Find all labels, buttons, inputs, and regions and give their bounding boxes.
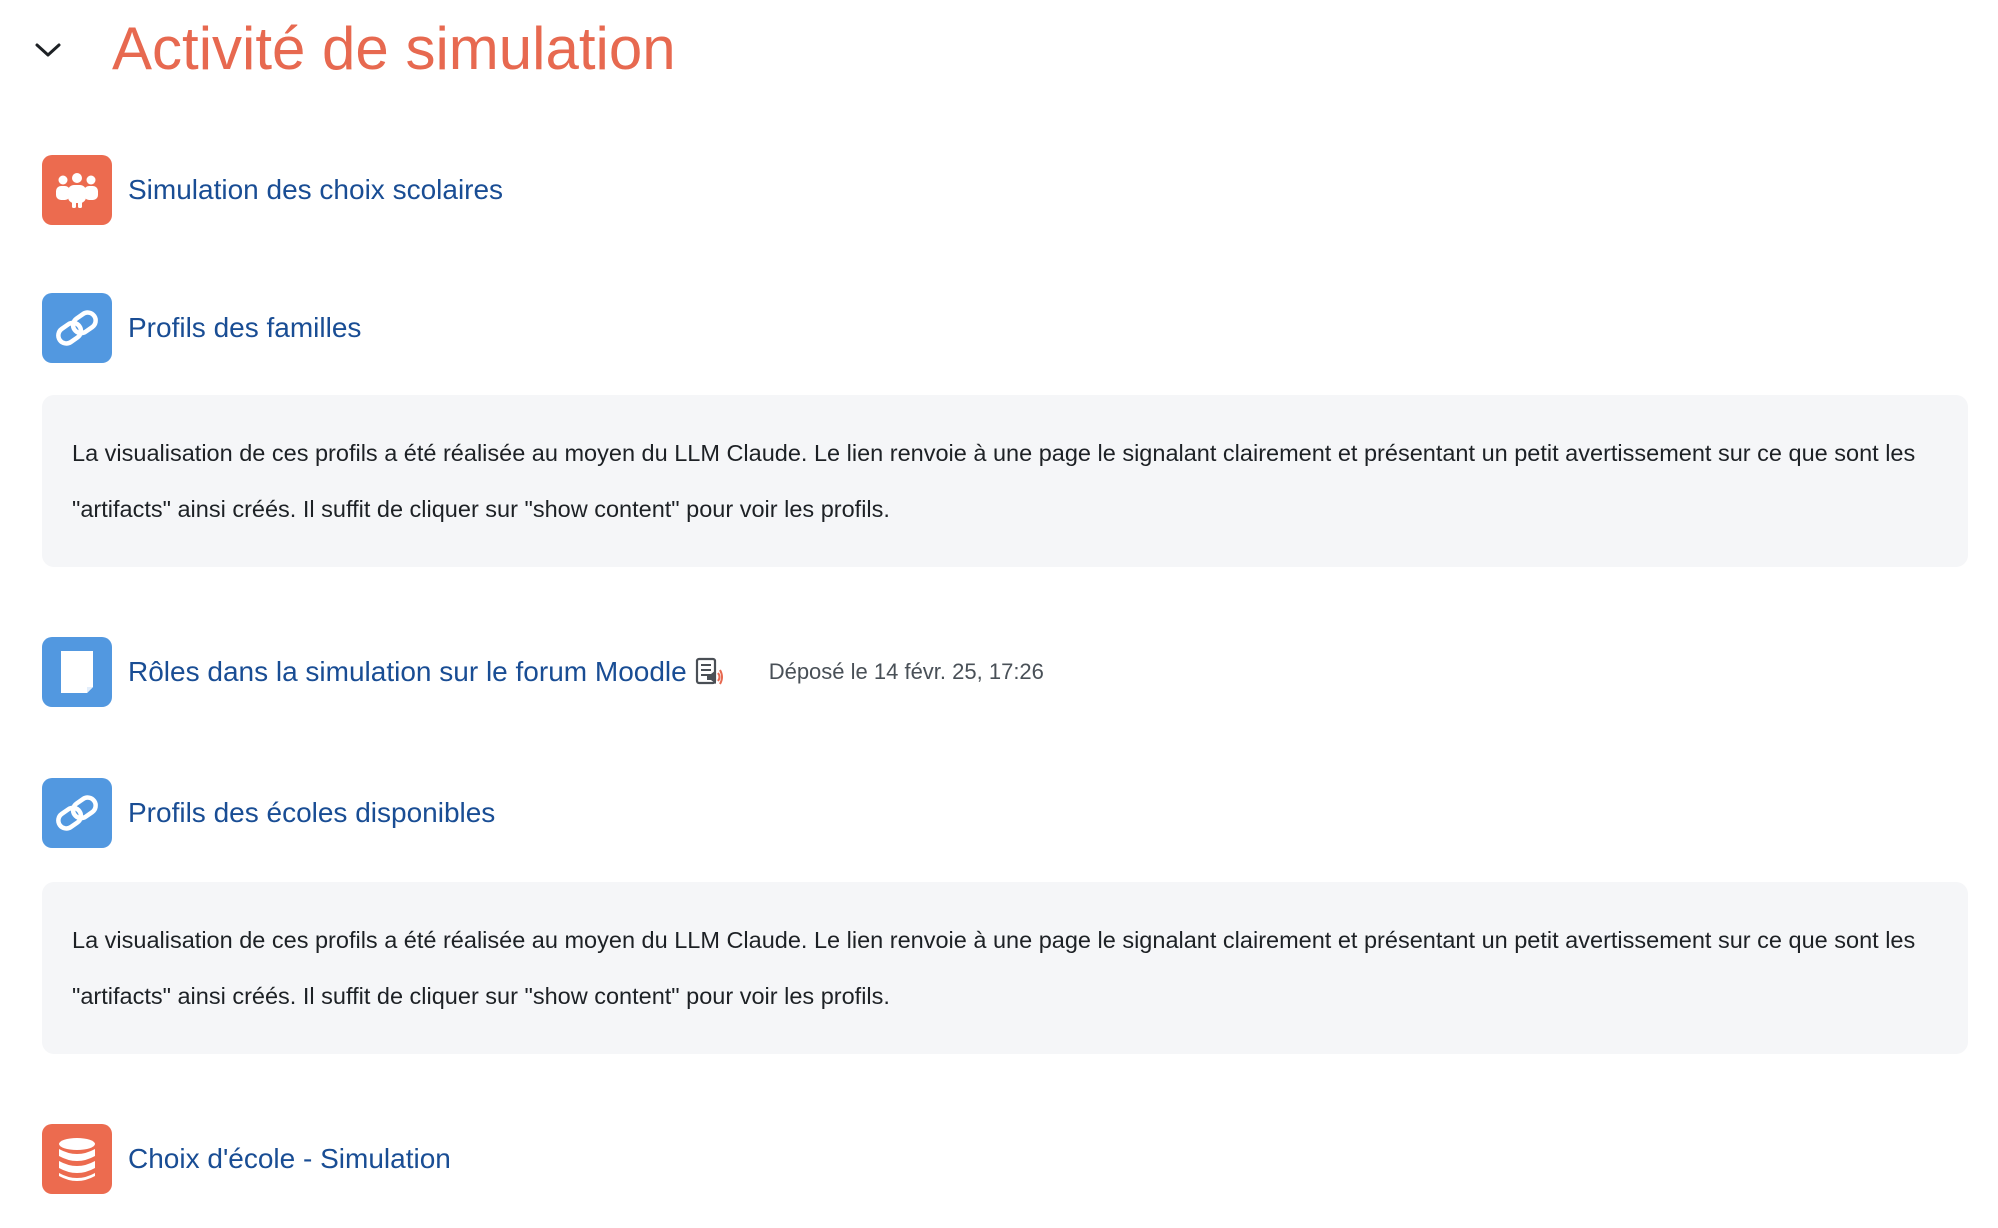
activity-link[interactable]: Profils des familles xyxy=(128,308,361,348)
activity-link[interactable]: Choix d'école - Simulation xyxy=(128,1139,451,1179)
activity-simulation-choix-scolaires: Simulation des choix scolaires xyxy=(42,155,503,225)
activity-choix-ecole: Choix d'école - Simulation xyxy=(42,1124,451,1194)
activity-link[interactable]: Rôles dans la simulation sur le forum Mo… xyxy=(128,652,687,692)
chevron-down-icon xyxy=(35,43,61,57)
collapse-section-button[interactable] xyxy=(28,30,68,70)
activity-profils-familles: Profils des familles xyxy=(42,293,361,363)
activity-description: La visualisation de ces profils a été ré… xyxy=(42,882,1968,1054)
description-text: La visualisation de ces profils a été ré… xyxy=(72,927,1916,1009)
document-icon xyxy=(61,651,93,693)
section-header: Activité de simulation xyxy=(0,0,1998,100)
link-icon xyxy=(56,310,98,346)
activity-icon[interactable] xyxy=(42,778,112,848)
section-title: Activité de simulation xyxy=(112,15,676,82)
description-text: La visualisation de ces profils a été ré… xyxy=(72,440,1916,522)
activity-icon[interactable] xyxy=(42,155,112,225)
activity-icon[interactable] xyxy=(42,293,112,363)
activity-link[interactable]: Profils des écoles disponibles xyxy=(128,793,495,833)
activity-roles-simulation: Rôles dans la simulation sur le forum Mo… xyxy=(42,637,1044,707)
activity-link[interactable]: Simulation des choix scolaires xyxy=(128,170,503,210)
forum-speaker-icon xyxy=(693,656,725,688)
activity-icon[interactable] xyxy=(42,1124,112,1194)
activity-date: Déposé le 14 févr. 25, 17:26 xyxy=(768,659,1044,684)
activity-profils-ecoles: Profils des écoles disponibles xyxy=(42,778,495,848)
group-people-icon xyxy=(56,173,98,208)
database-icon xyxy=(59,1138,95,1181)
link-icon xyxy=(56,795,98,831)
activity-icon[interactable] xyxy=(42,637,112,707)
activity-description: La visualisation de ces profils a été ré… xyxy=(42,395,1968,567)
